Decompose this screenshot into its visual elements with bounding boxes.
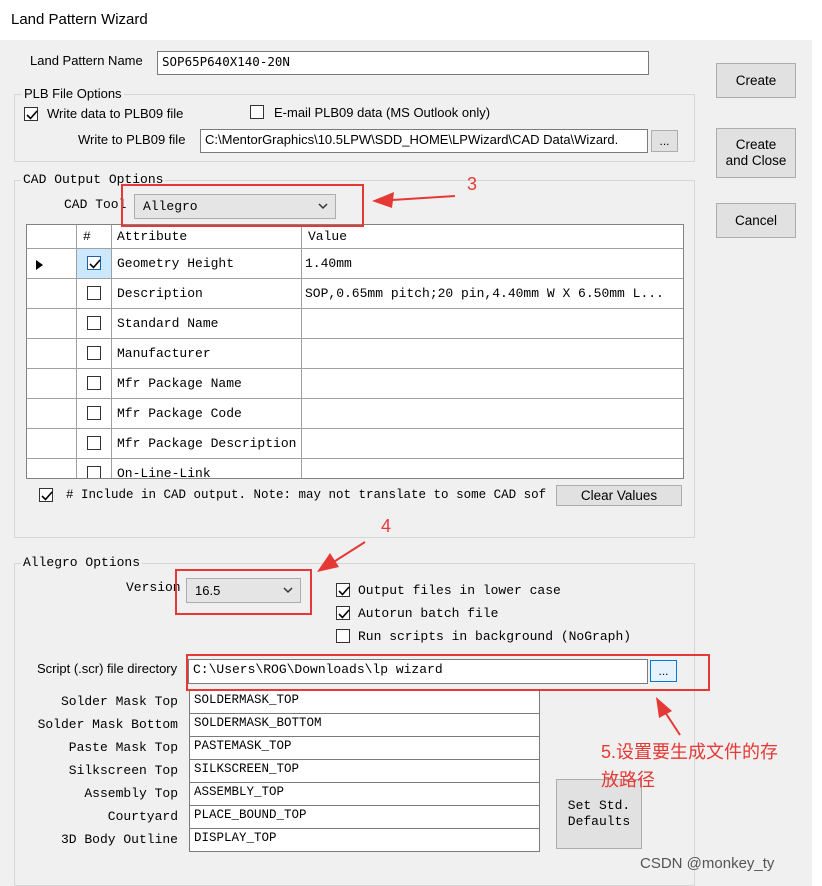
annotation-step-4: 4 [381,516,392,536]
annotation-step-5-line-2: 放路径 [601,770,655,790]
annotation-step-3: 3 [467,174,478,194]
land-pattern-wizard-window: Land Pattern Wizard Land Pattern Name SO… [0,0,822,886]
annotation-step-5-line-1: 5.设置要生成文件的存 [601,742,779,762]
watermark: CSDN @monkey_ty [640,855,775,872]
